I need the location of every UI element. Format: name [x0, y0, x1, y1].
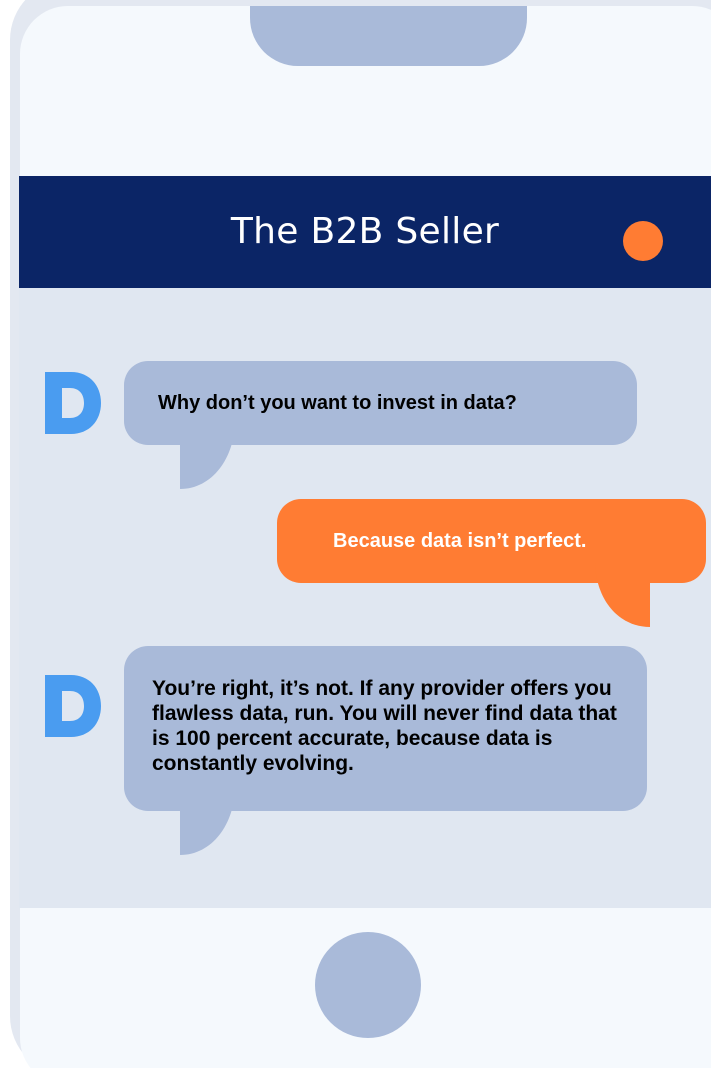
phone-notch	[250, 6, 527, 66]
app-header: The B2B Seller	[19, 176, 711, 288]
d-logo-icon	[45, 675, 101, 737]
screen: The B2B Seller Why don’t you want to inv…	[0, 0, 711, 1068]
bubble-tail	[595, 560, 650, 627]
message-text: You’re right, it’s not. If any provider …	[152, 677, 617, 775]
message-text: Because data isn’t perfect.	[333, 530, 587, 552]
app-title: The B2B Seller	[230, 211, 500, 252]
home-button[interactable]	[315, 932, 421, 1038]
bubble-tail	[180, 420, 235, 489]
d-logo-icon	[45, 372, 101, 434]
bubble-tail	[180, 786, 235, 855]
status-dot-icon	[623, 221, 663, 261]
